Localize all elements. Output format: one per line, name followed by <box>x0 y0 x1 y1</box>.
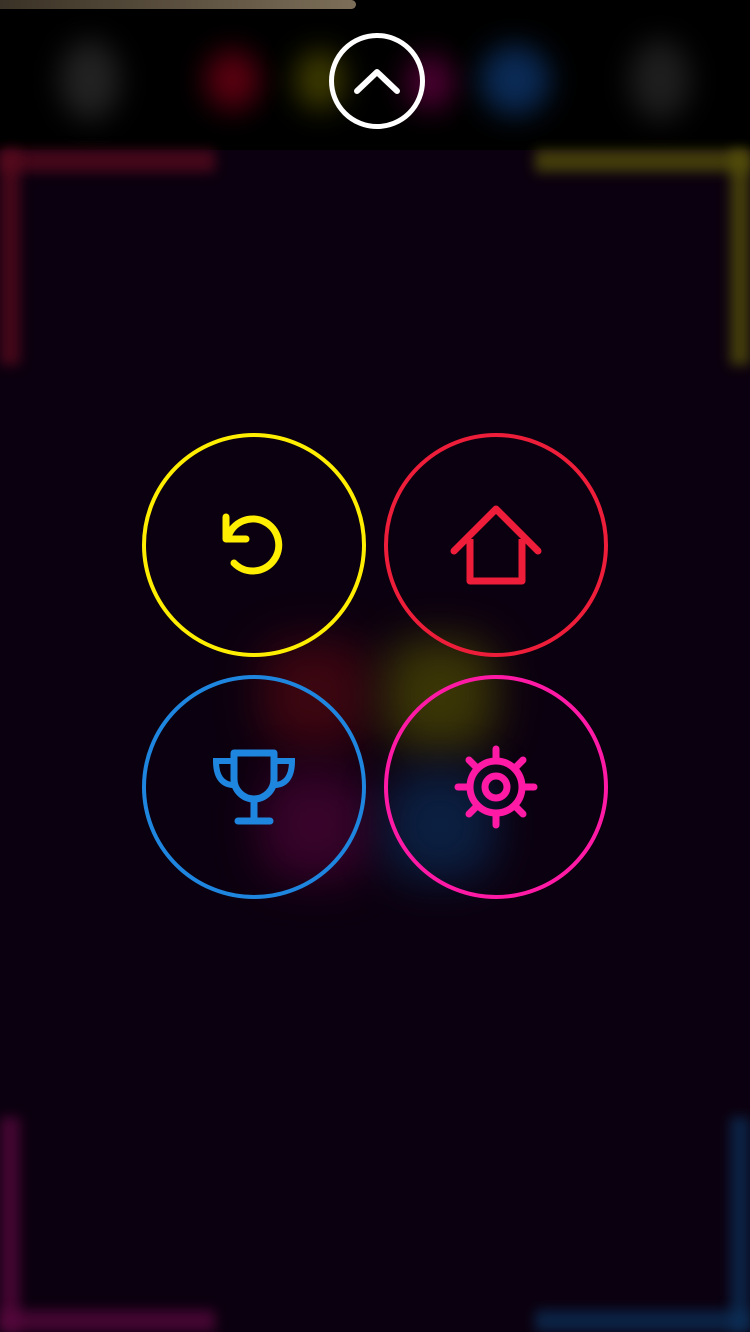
frame-magenta-bottom <box>0 1310 215 1332</box>
chevron-up-icon <box>354 69 400 94</box>
restart-icon <box>222 513 283 575</box>
restart-button[interactable] <box>142 433 366 657</box>
frame-red-left <box>0 150 20 365</box>
frame-magenta-left <box>0 1117 20 1332</box>
progress-track <box>0 0 750 10</box>
gear-icon <box>454 745 538 829</box>
header-blur-gray-right <box>630 40 690 120</box>
header-blur-gray-left <box>60 40 120 120</box>
frame-yellow-right <box>730 150 750 365</box>
header-blur-blue <box>480 45 550 115</box>
trophy-icon <box>212 749 296 825</box>
settings-button[interactable] <box>384 675 608 899</box>
frame-red-top <box>0 150 215 172</box>
header-blur-red <box>205 50 260 110</box>
frame-blue-bottom <box>535 1310 750 1332</box>
frame-yellow-top <box>535 150 750 172</box>
home-icon <box>450 505 542 585</box>
home-button[interactable] <box>384 433 608 657</box>
progress-fill <box>0 0 357 9</box>
collapse-button[interactable] <box>329 33 425 129</box>
frame-blue-right <box>730 1117 750 1332</box>
leaderboard-button[interactable] <box>142 675 366 899</box>
